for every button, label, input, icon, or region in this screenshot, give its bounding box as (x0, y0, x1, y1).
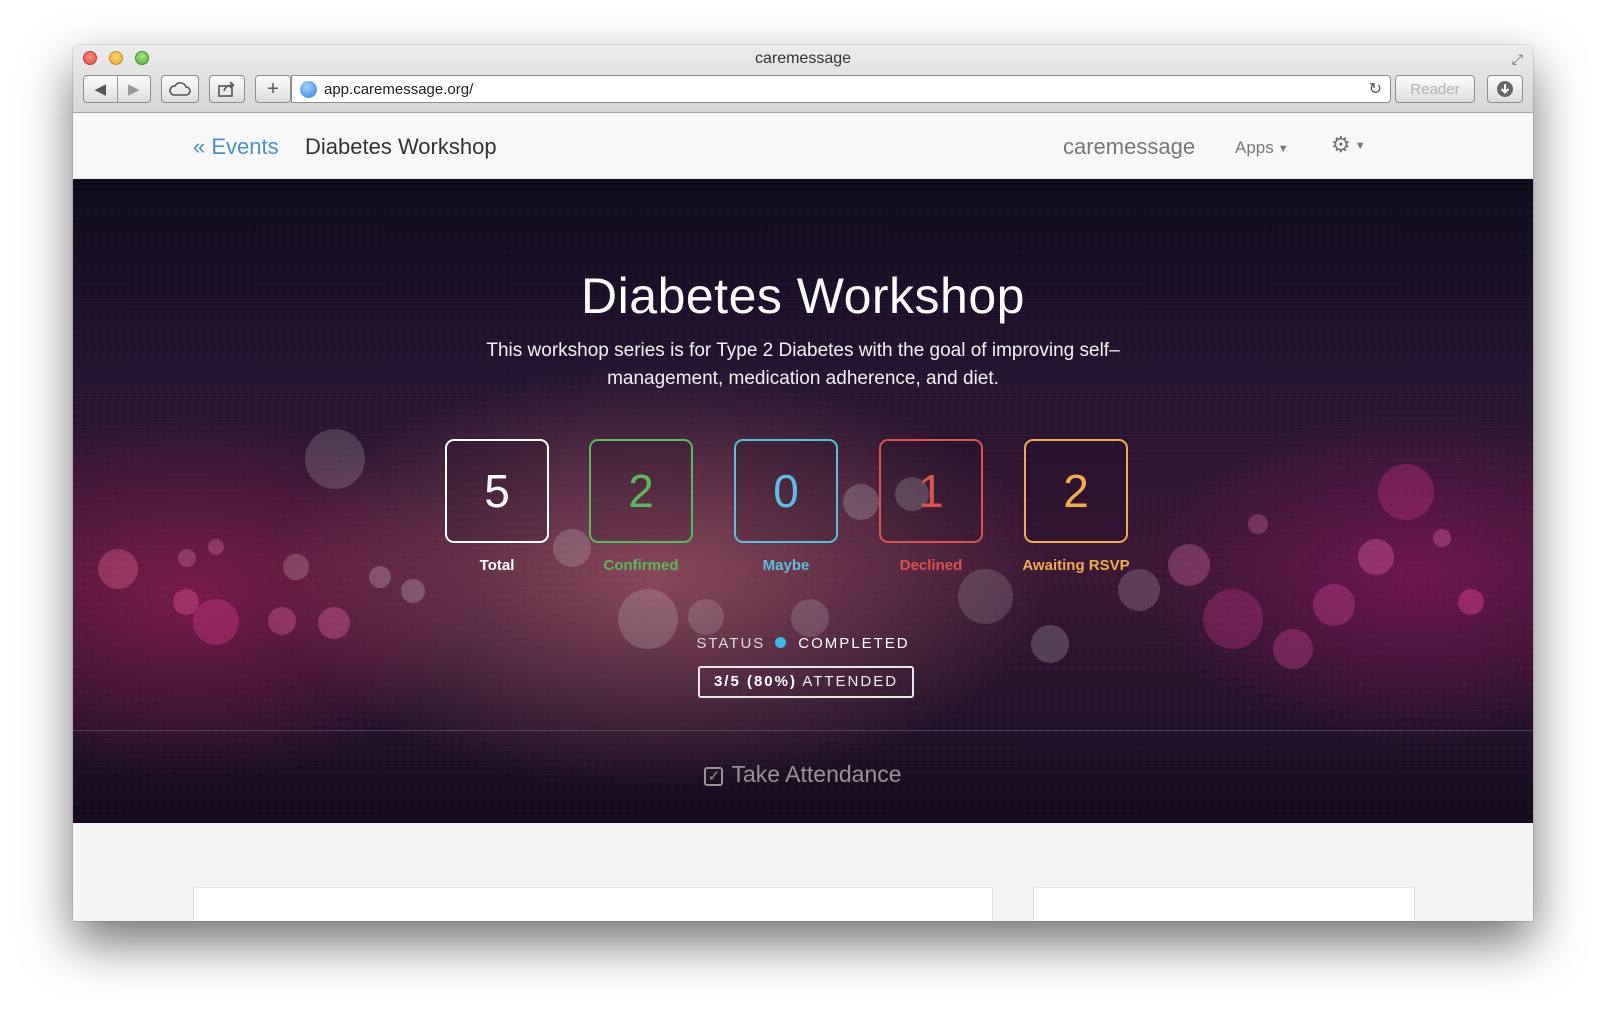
back-forward-group: ◀ ▶ (83, 75, 151, 103)
icloud-tabs-button[interactable] (161, 75, 199, 103)
reader-button[interactable]: Reader (1395, 75, 1475, 103)
stat-label: Awaiting RSVP (1022, 557, 1130, 574)
url-text[interactable]: app.caremessage.org/ (324, 81, 1369, 98)
gear-icon: ⚙ (1331, 132, 1351, 157)
content-card-side (1033, 887, 1415, 921)
new-tab-button[interactable]: + (255, 75, 291, 103)
stat-confirmed[interactable]: 2 Confirmed (589, 439, 693, 574)
bokeh-light (1458, 589, 1484, 615)
address-bar[interactable]: app.caremessage.org/ ↻ (291, 75, 1391, 103)
fullscreen-icon[interactable]: ⤢ (1512, 51, 1523, 68)
bokeh-light (369, 566, 391, 588)
caret-down-icon: ▼ (1354, 140, 1366, 153)
stat-awaiting-rsvp[interactable]: 2 Awaiting RSVP (1022, 439, 1130, 574)
check-square-icon: ✓ (704, 767, 724, 786)
share-button[interactable] (209, 75, 245, 103)
bokeh-light (178, 549, 196, 567)
plus-icon: + (267, 77, 279, 100)
caret-down-icon: ▼ (1277, 142, 1289, 155)
stat-total[interactable]: 5 Total (445, 439, 549, 574)
status-dot-icon (775, 637, 787, 648)
attended-count: 3/5 (80%) (713, 673, 797, 690)
hero-divider (73, 730, 1533, 731)
stat-value: 5 (445, 439, 549, 543)
event-hero: Diabetes Workshop This workshop series i… (73, 179, 1533, 823)
bokeh-light (1248, 514, 1268, 534)
page-content (73, 823, 1533, 921)
stat-maybe[interactable]: 0 Maybe (734, 439, 838, 574)
status-label: STATUS (696, 635, 766, 652)
bokeh-light (1378, 464, 1434, 520)
bokeh-light (401, 579, 425, 603)
stat-value: 0 (734, 439, 838, 543)
bokeh-light (283, 554, 309, 580)
brand-link[interactable]: caremessage (1063, 134, 1195, 160)
content-card-main (193, 887, 993, 921)
bokeh-light (688, 599, 724, 635)
attended-badge: 3/5 (80%) ATTENDED (698, 666, 914, 698)
event-title: Diabetes Workshop (581, 268, 1025, 324)
globe-icon (300, 80, 317, 98)
bokeh-light (1358, 539, 1394, 575)
bokeh-light (268, 607, 296, 635)
downloads-button[interactable] (1487, 75, 1523, 103)
bokeh-light (1433, 529, 1451, 547)
bokeh-light (1168, 544, 1210, 586)
status-value: COMPLETED (798, 635, 910, 652)
chevron-right-icon: ▶ (127, 81, 140, 98)
event-description: This workshop series is for Type 2 Diabe… (486, 340, 1120, 389)
browser-window: caremessage ⤢ ◀ ▶ + app.caremessage.org/… (73, 45, 1533, 921)
apps-label: Apps (1235, 138, 1274, 157)
navbar-page-title: Diabetes Workshop (305, 134, 497, 159)
bokeh-light (305, 429, 365, 489)
bokeh-light (208, 539, 224, 555)
app-navbar: « Events Diabetes Workshop caremessage A… (73, 114, 1533, 179)
bokeh-light (98, 549, 138, 589)
stat-value: 1 (879, 439, 983, 543)
titlebar: caremessage ⤢ ◀ ▶ + app.caremessage.org/… (73, 45, 1533, 113)
bokeh-light (843, 484, 879, 520)
chevron-left-icon: ◀ (94, 81, 107, 98)
take-attendance-label: Take Attendance (731, 761, 902, 787)
stat-value: 2 (1024, 439, 1128, 543)
forward-button[interactable]: ▶ (116, 76, 151, 102)
bokeh-light (1313, 584, 1355, 626)
share-icon (218, 81, 235, 97)
bokeh-light (791, 599, 829, 637)
reload-icon[interactable]: ↻ (1369, 79, 1382, 99)
event-status: STATUS COMPLETED (73, 635, 1533, 652)
bokeh-light (958, 569, 1013, 624)
window-title: caremessage (754, 50, 852, 67)
stat-value: 2 (589, 439, 693, 543)
take-attendance-button[interactable]: ✓ Take Attendance (73, 761, 1533, 788)
stat-declined[interactable]: 1 Declined (879, 439, 983, 574)
settings-dropdown[interactable]: ⚙ ▼ (1331, 132, 1366, 158)
cloud-icon (169, 82, 191, 96)
download-icon (1497, 81, 1513, 97)
apps-dropdown[interactable]: Apps ▼ (1235, 138, 1289, 158)
bokeh-light (1118, 569, 1160, 611)
back-button[interactable]: ◀ (84, 76, 117, 102)
back-to-events-link[interactable]: « Events (193, 134, 279, 160)
attended-label: ATTENDED (802, 673, 899, 690)
